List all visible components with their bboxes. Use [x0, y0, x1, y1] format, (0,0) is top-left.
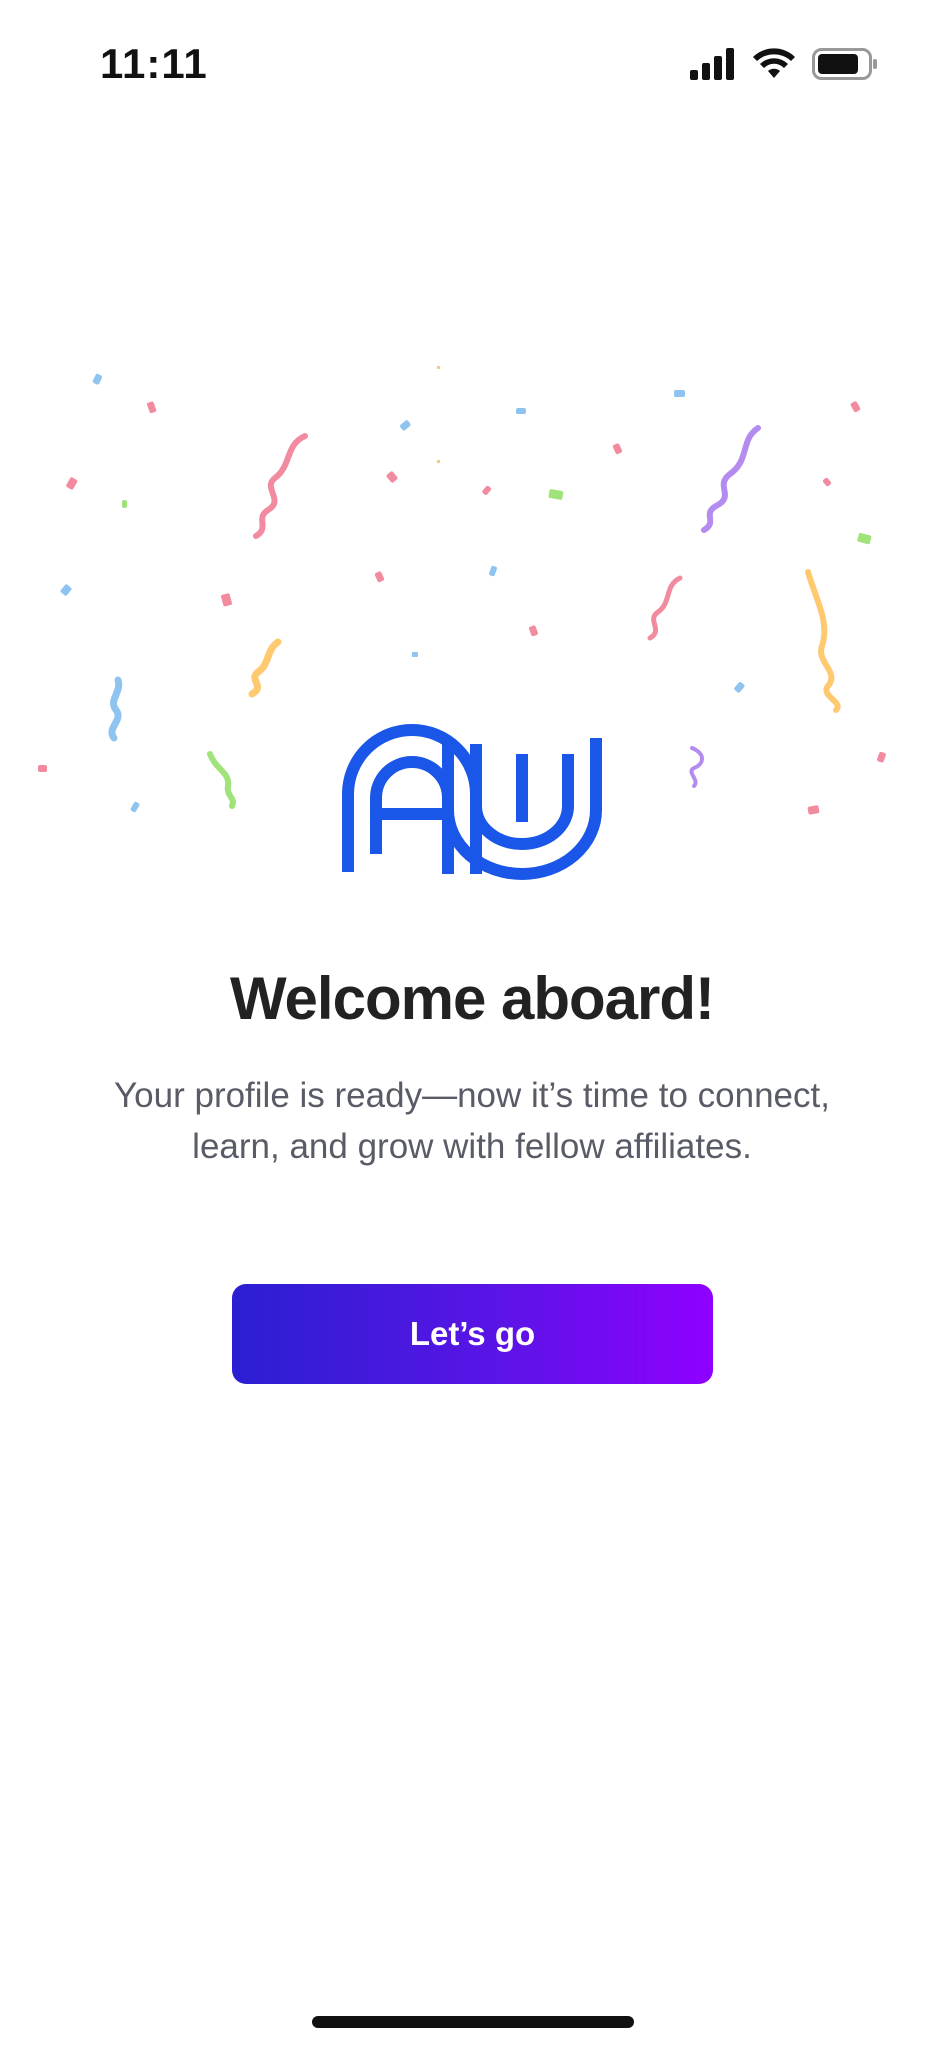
status-bar: 11:11	[0, 0, 944, 140]
lets-go-button[interactable]: Let’s go	[232, 1284, 713, 1384]
status-icons	[690, 48, 878, 80]
battery-icon	[812, 48, 877, 80]
status-time: 11:11	[100, 40, 208, 87]
wifi-icon	[753, 48, 795, 78]
home-indicator[interactable]	[312, 2016, 634, 2028]
aw-logo-icon	[342, 724, 602, 880]
welcome-subtitle: Your profile is ready—now it’s time to c…	[114, 1076, 830, 1166]
welcome-title: Welcome aboard!	[229, 965, 715, 1032]
welcome-screen: 11:11 Welcome aboard! Your profile is re…	[0, 0, 944, 2048]
cellular-signal-icon	[690, 48, 734, 80]
